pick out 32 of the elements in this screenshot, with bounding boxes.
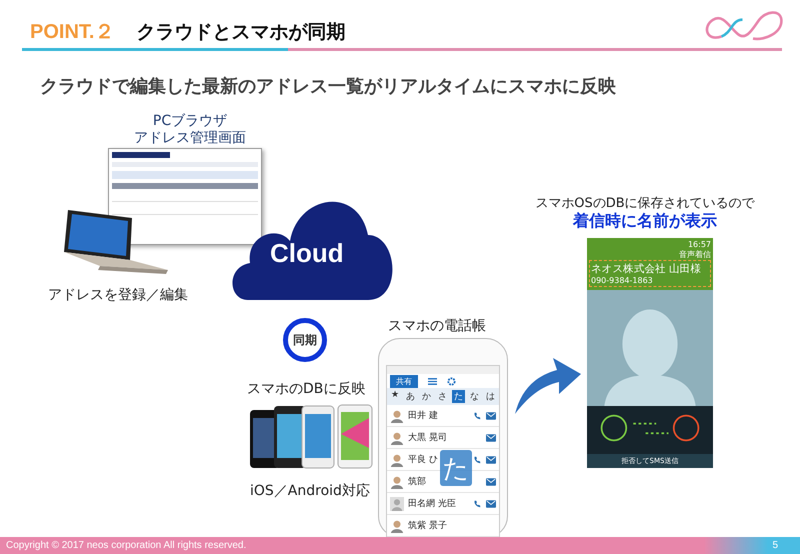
devices-caption: iOS／Android対応 [250, 482, 370, 500]
pc-caption: アドレス管理画面 [133, 130, 247, 147]
call-type: 音声着信 [678, 249, 711, 260]
contact-name[interactable]: 田名網 光臣 [408, 497, 468, 510]
pc-caption: PCブラウザ [152, 113, 228, 130]
index-tab[interactable]: は [484, 390, 497, 403]
index-tab[interactable]: か [420, 390, 434, 403]
subtitle: クラウドで編集した最新のアドレス一覧がリアルタイムにスマホに反映 [40, 75, 616, 98]
phone-caption: スマホの電話帳 [388, 317, 486, 335]
index-tab[interactable]: さ [436, 390, 450, 403]
incoming-caption: スマホOSのDBに保存されているので [534, 195, 756, 212]
sync-badge: 同期 [283, 318, 327, 362]
page-number: 5 [772, 540, 778, 551]
caller-name: ネオス株式会社 山田様 [591, 262, 702, 276]
index-tab[interactable]: た [452, 390, 466, 403]
caller-number: 090-9384-1863 [591, 276, 654, 285]
index-popup: た [440, 450, 472, 486]
contact-name[interactable]: 筑紫 景子 [408, 519, 468, 532]
index-tab[interactable]: な [468, 390, 481, 403]
sync-caption: スマホのDBに反映 [247, 380, 366, 398]
index-tab[interactable]: ★ [389, 390, 402, 403]
contact-name[interactable]: 田井 建 [408, 409, 468, 422]
incoming-emphasis: 着信時に名前が表示 [572, 211, 718, 232]
point-label: POINT.２ [30, 20, 114, 45]
cloud-label: Cloud [270, 238, 344, 269]
slide-title: クラウドとスマホが同期 [136, 20, 346, 45]
pc-caption: アドレスを登録／編集 [48, 286, 188, 304]
share-tab[interactable]: 共有 [390, 374, 418, 388]
index-tab[interactable]: あ [404, 390, 418, 403]
contact-name[interactable]: 大黒 晃司 [408, 431, 468, 444]
copyright: Copyright © 2017 neos corporation All rights reserved. [6, 540, 246, 551]
status-time: 16:57 [688, 240, 711, 249]
